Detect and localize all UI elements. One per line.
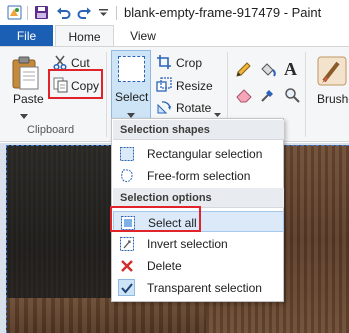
menu-item-invert-selection[interactable]: Invert selection [113,233,284,254]
select-button-label[interactable]: Select [115,90,148,104]
magnifier-icon[interactable] [284,87,300,106]
brushes-icon[interactable] [316,55,348,87]
tab-view[interactable]: View [118,25,168,46]
invert-selection-icon [118,235,135,252]
menu-item-label: Invert selection [147,237,228,251]
window-title: blank-empty-frame-917479 - Paint [124,5,322,20]
eraser-icon[interactable] [235,87,253,106]
menu-item-label: Delete [147,259,182,273]
chevron-down-icon[interactable] [20,108,28,122]
color-picker-icon[interactable] [260,87,276,106]
checkmark-icon [118,279,135,296]
separator [116,6,117,20]
resize-icon[interactable] [156,77,172,96]
fill-bucket-icon[interactable] [259,62,277,81]
rotate-button[interactable]: Rotate [176,101,211,115]
resize-button[interactable]: Resize [176,79,213,93]
menu-item-delete[interactable]: Delete [113,255,284,276]
menu-section-header: Selection options [113,188,284,208]
paint-app-icon[interactable] [6,4,22,21]
tab-home[interactable]: Home [55,25,114,47]
ribbon-tab-bar: File Home View [0,25,349,47]
menu-item-label: Free-form selection [147,169,251,183]
delete-x-icon [118,257,135,274]
text-icon[interactable]: A [284,59,297,80]
menu-item-transparent-selection[interactable]: Transparent selection [113,277,284,298]
group-separator [106,52,107,137]
tab-file[interactable]: File [0,25,53,46]
pencil-icon[interactable] [235,62,251,81]
group-separator [305,52,306,137]
clipboard-group-label: Clipboard [27,124,75,136]
paste-button-label[interactable]: Paste [13,92,44,106]
menu-item-free-form-selection[interactable]: Free-form selection [113,165,284,186]
select-icon [118,56,145,82]
paste-icon[interactable] [8,55,42,90]
separator [27,6,28,20]
save-icon[interactable] [33,4,50,21]
free-form-selection-icon [118,167,135,184]
rectangular-selection-icon [118,145,135,162]
scissors-icon[interactable] [52,54,68,71]
brushes-button-label[interactable]: Brushes [317,92,349,106]
cut-button[interactable]: Cut [71,56,90,70]
redo-icon[interactable] [76,4,93,21]
menu-item-label: Rectangular selection [147,147,263,161]
menu-section-header: Selection shapes [113,120,284,140]
crop-icon[interactable] [156,54,172,73]
menu-item-label: Transparent selection [147,281,262,295]
copy-highlight-box [48,69,103,99]
title-bar: blank-empty-frame-917479 - Paint [0,0,349,25]
select-all-highlight-box [110,206,201,232]
customize-dropdown-icon[interactable] [97,4,110,21]
menu-item-rectangular-selection[interactable]: Rectangular selection [113,143,284,164]
rotate-icon[interactable] [156,99,172,118]
undo-icon[interactable] [55,4,72,21]
crop-button[interactable]: Crop [176,56,202,70]
